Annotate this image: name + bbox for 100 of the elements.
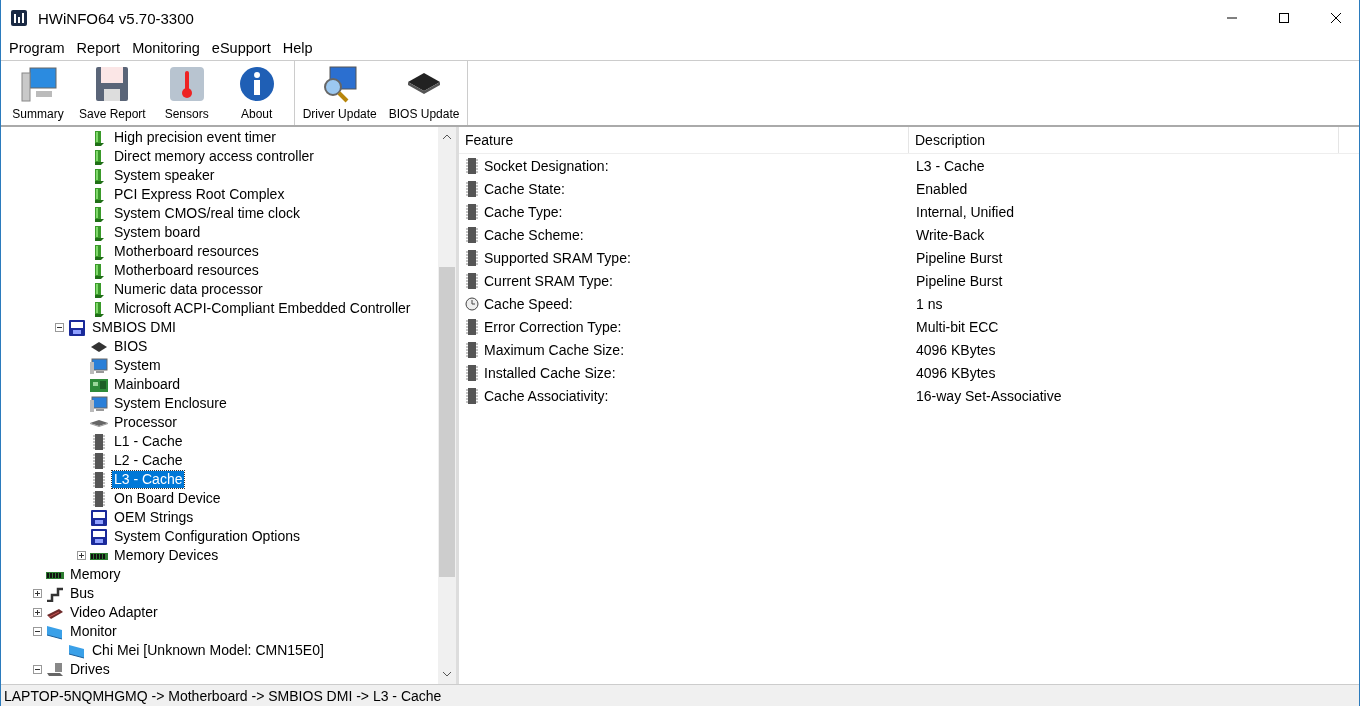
feature-value: Pipeline Burst [915,249,1003,266]
chip-icon [90,490,108,507]
feature-value: Multi-bit ECC [915,318,999,335]
tree-item[interactable]: System Enclosure [112,395,229,412]
chevron-up-icon[interactable] [442,132,452,142]
feature-label: Cache Type: [484,203,563,220]
toolbar-button[interactable]: BIOS Update [382,61,466,125]
tree-item[interactable]: Bus [68,585,97,602]
chip-icon [465,249,479,266]
tree-item[interactable]: OEM Strings [112,509,196,526]
tree-item[interactable]: Chi Mei [Unknown Model: CMN15E0] [90,642,326,659]
tree-item[interactable]: System speaker [112,167,217,184]
chip-icon [465,272,479,289]
menu-item[interactable]: Monitoring [126,40,206,56]
tree-item[interactable]: Drives [68,661,112,678]
menu-item[interactable]: Report [70,40,127,56]
tree-item[interactable]: L2 - Cache [112,452,185,469]
computer-icon [18,65,58,103]
tree-item[interactable]: L1 - Cache [112,433,185,450]
dmi-icon [90,528,108,545]
tree-item[interactable]: Processor [112,414,180,431]
feature-label: Socket Designation: [484,157,609,174]
menu-item[interactable]: eSupport [205,40,277,56]
collapse-icon[interactable] [55,323,64,332]
collapse-icon[interactable] [33,627,42,636]
tree-item[interactable]: System board [112,224,203,241]
chip-icon [465,203,479,220]
feature-value: 1 ns [915,295,943,312]
expand-icon[interactable] [33,589,42,598]
tree-item[interactable]: Motherboard resources [112,243,261,260]
maximize-icon[interactable] [1279,13,1289,23]
feature-label: Supported SRAM Type: [484,249,631,266]
tree-item[interactable]: System Configuration Options [112,528,302,545]
feature-value: L3 - Cache [915,157,985,174]
chevron-down-icon[interactable] [442,669,452,679]
monitor-icon [68,642,86,659]
menu-item[interactable]: Help [276,40,319,56]
drive-icon [46,661,64,678]
feature-label: Maximum Cache Size: [484,341,625,358]
tree-item[interactable]: System [112,357,163,374]
chip-icon [465,364,479,381]
expand-icon[interactable] [33,608,42,617]
bus-connector-icon [46,585,64,602]
scrollbar[interactable] [438,127,456,684]
circuit-board-icon [90,376,108,393]
menu-item[interactable]: Program [3,40,71,56]
status-text: LAPTOP-5NQMHGMQ -> Motherboard -> SMBIOS DMI -> L3 - Cache [4,687,442,704]
feature-value: 16-way Set-Associative [915,387,1062,404]
tree-item[interactable]: Video Adapter [68,604,160,621]
feature-value: Write-Back [915,226,985,243]
tree-item[interactable]: BIOS [112,338,150,355]
tree-item[interactable]: PCI Express Root Complex [112,186,287,203]
toolbar-button[interactable]: Sensors [151,61,222,125]
expand-icon[interactable] [77,551,86,560]
scroll-thumb[interactable] [439,267,455,577]
feature-label: Cache Scheme: [484,226,584,243]
chip-icon [465,387,479,404]
feature-value: 4096 KBytes [915,364,996,381]
close-icon[interactable] [1331,13,1341,23]
toolbar-button[interactable]: Driver Update [296,61,383,125]
tree-item[interactable]: Monitor [68,623,119,640]
chip-icon [90,471,108,488]
clock-icon [465,295,479,312]
dmi-icon [90,509,108,526]
column-header[interactable]: Feature [459,127,909,153]
tree-item[interactable]: Numeric data processor [112,281,265,298]
tree-item[interactable]: Memory Devices [112,547,221,564]
tree-item[interactable]: Memory [68,566,123,583]
feature-label: Cache Speed: [484,295,573,312]
feature-label: Error Correction Type: [484,318,622,335]
toolbar-button[interactable]: Save Report [73,61,152,125]
column-header[interactable]: Description [909,127,1339,153]
toolbar-button[interactable]: Summary [3,61,73,125]
feature-value: Enabled [915,180,968,197]
chip-icon [465,180,479,197]
toolbar-button[interactable]: About [221,61,292,125]
tree-item[interactable]: L3 - Cache [112,471,185,488]
chip-icon [90,452,108,469]
tree-item[interactable]: Motherboard resources [112,262,261,279]
chip-icon [465,157,479,174]
tree-item[interactable]: On Board Device [112,490,223,507]
chip-icon [465,341,479,358]
tree-item[interactable]: Direct memory access controller [112,148,316,165]
tree-item[interactable]: System CMOS/real time clock [112,205,302,222]
dmi-icon [68,319,86,336]
feature-value: Pipeline Burst [915,272,1003,289]
tree-item[interactable]: SMBIOS DMI [90,319,178,336]
tree-item[interactable]: High precision event timer [112,129,278,146]
feature-label: Current SRAM Type: [484,272,613,289]
feature-value: 4096 KBytes [915,341,996,358]
feature-label: Cache Associativity: [484,387,609,404]
tree-item[interactable]: Mainboard [112,376,183,393]
monitor-icon [46,623,64,640]
tree-item[interactable]: Microsoft ACPI-Compliant Embedded Controller [112,300,413,317]
chip-icon [90,433,108,450]
feature-value: Internal, Unified [915,203,1015,220]
window-title: HWiNFO64 v5.70-3300 [38,9,194,27]
computer-icon [90,395,108,412]
chip-icon [465,318,479,335]
collapse-icon[interactable] [33,665,42,674]
